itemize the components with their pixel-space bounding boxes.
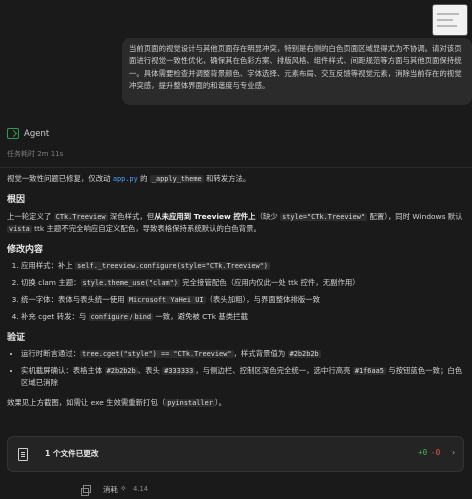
text: 配置），同时 Windows 默认 (367, 212, 463, 221)
inline-code: pyinstaller (165, 399, 215, 407)
summary-text: 和转发方法。 (203, 174, 251, 183)
deletions-count: -0 (431, 448, 441, 457)
inline-code: style="CTk.Treeview" (280, 213, 368, 221)
text: （表头加粗），与界面整体排版一致 (205, 295, 321, 304)
text: 统一字体：表体与表头统一使用 (21, 295, 127, 304)
section-heading-root-cause: 根因 (7, 195, 26, 205)
summary-text: 视觉一致性问题已修复，仅改动 (7, 174, 113, 183)
agent-response: 视觉一致性问题已修复，仅改动 app.py 的 _apply_theme 和转发… (7, 173, 465, 409)
usage-value: 4.14 (133, 485, 149, 493)
copy-icon[interactable] (81, 485, 91, 496)
text: 深色样式，但 (107, 212, 155, 221)
text: 、表头 (137, 366, 163, 375)
inline-code: tree.cget("style") == "CTk.Treeview" (80, 350, 234, 358)
list-item: 应用样式：补上 self._treeview.configure(style="… (21, 260, 465, 272)
user-message-text: 当前页面的视觉设计与其他页面存在明显冲突，特别是右侧的白色页面区域显得尤为不协调… (129, 44, 462, 91)
verify-list: 运行时断言通过：tree.cget("style") == "CTk.Treev… (7, 348, 465, 389)
inline-code: #333333 (162, 367, 196, 375)
fix-list: 应用样式：补上 self._treeview.configure(style="… (7, 260, 465, 323)
files-changed-panel[interactable]: 1 个文件已更改 +0 -0 › (7, 436, 464, 472)
list-item: 运行时断言通过：tree.cget("style") == "CTk.Treev… (21, 348, 465, 360)
summary-text: 的 (137, 174, 150, 183)
inline-code: configure (88, 313, 130, 321)
list-item: 统一字体：表体与表头统一使用 Microsoft YaHei UI（表头加粗），… (21, 294, 465, 306)
text: ，样式背景值为 (233, 349, 288, 358)
text: 补充 cget 转发：与 (21, 312, 89, 321)
inline-code: #1f6aa5 (352, 367, 386, 375)
text: 效果见上方截图，如需让 exe 生效需重新打包（ (7, 398, 166, 407)
footer-bar: 消耗 ✧ 4.14 (0, 480, 472, 499)
section-heading-verify: 验证 (7, 333, 26, 343)
inline-code: bind (132, 313, 154, 321)
additions-count: +0 (418, 448, 428, 457)
sparkle-icon: ✧ (120, 484, 127, 493)
chevron-right-icon[interactable]: › (452, 448, 455, 457)
user-message-bubble: 当前页面的视觉设计与其他页面存在明显冲突，特别是右侧的白色页面区域显得尤为不协调… (122, 38, 472, 105)
screenshot-thumbnail[interactable] (432, 4, 468, 36)
divider (0, 167, 472, 168)
files-changed-label: 1 个文件已更改 (45, 449, 99, 458)
terminal-icon (7, 128, 19, 139)
inline-code: _apply_theme (149, 175, 204, 183)
text: 实机截屏确认：表格主体 (21, 366, 105, 375)
list-item: 实机截屏确认：表格主体 #2b2b2b、表头 #333333，与侧边栏、控制区深… (21, 365, 465, 389)
text: 应用样式：补上 (21, 261, 76, 270)
agent-label: Agent (24, 128, 50, 139)
root-cause-paragraph: 上一轮定义了 CTk.Treeview 深色样式，但从未应用到 Treeview… (7, 211, 465, 235)
inline-code: #2b2b2b (104, 367, 138, 375)
text: 运行时断言通过： (21, 349, 81, 358)
text: （缺少 (255, 212, 281, 221)
text: 上一轮定义了 (7, 212, 54, 221)
text: ttk 主题不完全响应自定义配色，导致表格保持系统默认的白色背景。 (31, 224, 261, 233)
usage-label: 消耗 (103, 485, 118, 494)
inline-code: style.theme_use("clam") (80, 279, 180, 287)
inline-code: Microsoft YaHei UI (126, 296, 206, 304)
text: ，与侧边栏、控制区深色完全统一，选中行高亮 (195, 366, 353, 375)
inline-code: self._treeview.configure(style="CTk.Tree… (75, 262, 270, 270)
list-item: 切换 clam 主题：style.theme_use("clam") 完全接管配… (21, 277, 465, 289)
text: 完全接管配色（应用内仅此一处 ttk 控件，无副作用） (179, 278, 360, 287)
summary-line: 视觉一致性问题已修复，仅改动 app.py 的 _apply_theme 和转发… (7, 173, 465, 185)
section-heading-fix: 修改内容 (7, 245, 44, 255)
closing-line: 效果见上方截图，如需让 exe 生效需重新打包（ pyinstaller）。 (7, 397, 465, 409)
inline-code: #2b2b2b (287, 350, 321, 358)
agent-header: Agent (7, 128, 49, 139)
elapsed-time: 任务耗时 2m 11s (7, 150, 64, 158)
text: 一致，避免被 CTk 基类拦截 (153, 312, 248, 321)
bold-text: 从未应用到 Treeview 控件上 (154, 212, 256, 221)
inline-code: CTk.Treeview (53, 213, 108, 221)
inline-code: vista (7, 225, 32, 233)
file-link[interactable]: app.py (113, 175, 138, 183)
list-item: 补充 cget 转发：与 configure/bind 一致，避免被 CTk 基… (21, 311, 465, 323)
text: ）。 (214, 398, 226, 407)
file-icon (18, 448, 28, 461)
text: 切换 clam 主题： (21, 278, 81, 287)
